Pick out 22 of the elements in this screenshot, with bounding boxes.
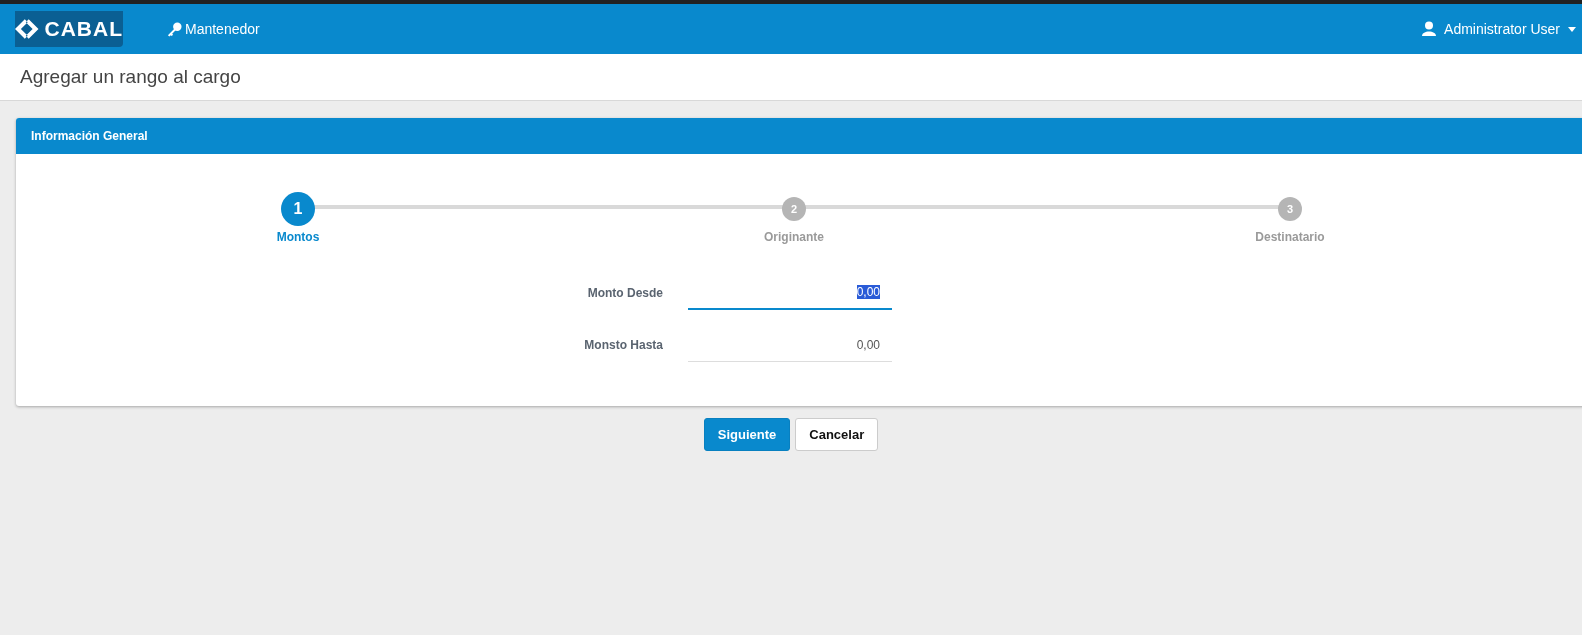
input-field[interactable]: 0,00 <box>688 328 892 362</box>
logo[interactable]: CABAL <box>15 11 123 47</box>
field-label: Monto Desde <box>586 286 663 300</box>
panel-title: Información General <box>31 129 148 143</box>
cancel-button[interactable]: Cancelar <box>795 418 879 451</box>
user-icon <box>1422 21 1437 37</box>
step-circle[interactable]: 1 <box>281 192 315 226</box>
page-title: Agregar un rango al cargo <box>20 66 241 88</box>
step-circle[interactable]: 2 <box>782 197 806 221</box>
step-label: Destinatario <box>1255 230 1325 244</box>
user-menu[interactable]: Administrator User <box>1422 21 1576 37</box>
caret-icon <box>1568 26 1576 32</box>
input-field[interactable]: 0,00 <box>688 276 892 310</box>
key-icon <box>167 21 182 37</box>
diamond-logo-icon <box>15 17 39 41</box>
logo-text: CABAL <box>44 17 123 41</box>
step-circle[interactable]: 3 <box>1278 197 1302 221</box>
step-label: Originante <box>764 230 824 244</box>
step-label: Montos <box>276 230 320 244</box>
nav-link[interactable]: Mantenedor <box>167 21 260 37</box>
next-button[interactable]: Siguiente <box>703 418 791 451</box>
field-label: Monsto Hasta <box>583 338 663 352</box>
